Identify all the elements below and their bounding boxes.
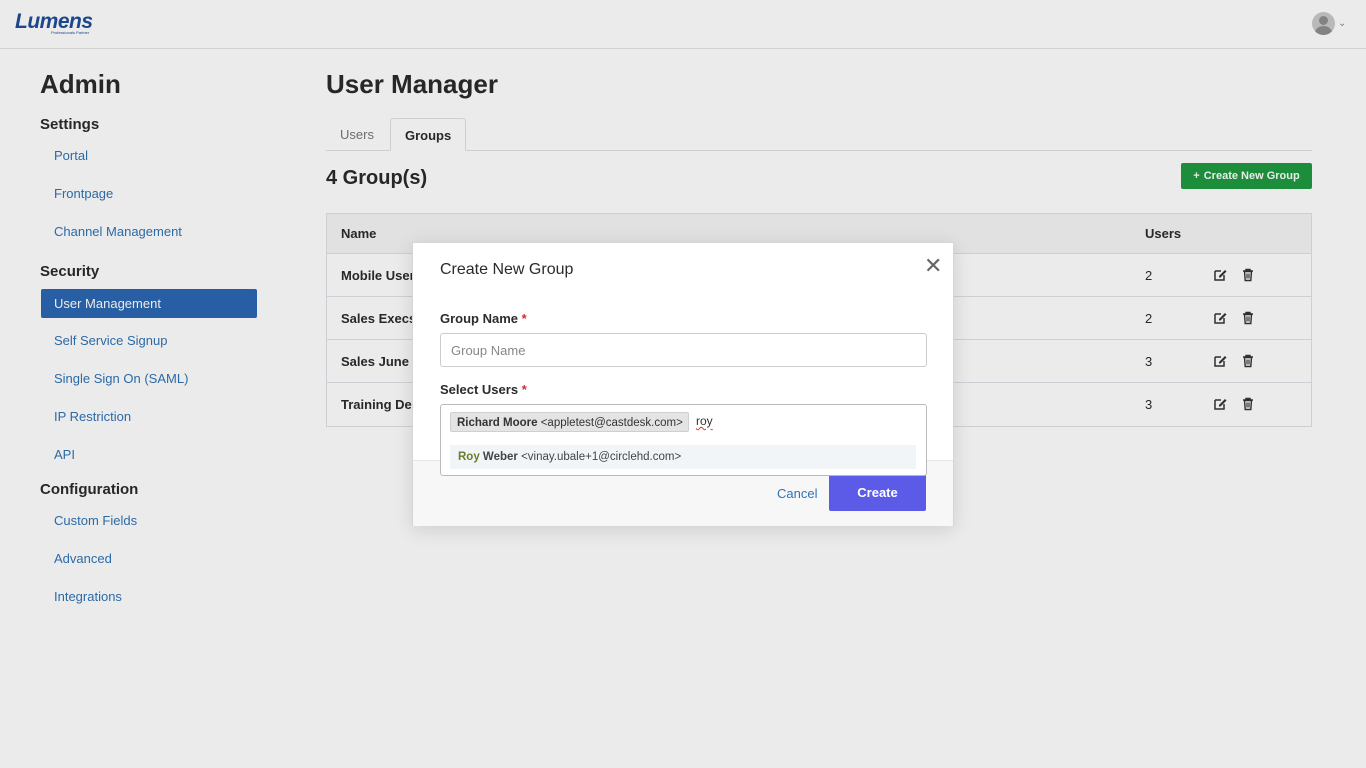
group-name-input[interactable]	[440, 333, 927, 367]
suggestion-name-rest: Weber	[479, 451, 518, 463]
user-search-input[interactable]: roy	[696, 414, 713, 428]
user-suggestion-item[interactable]: Roy Weber <vinay.ubale+1@circlehd.com>	[450, 445, 916, 469]
required-marker: *	[521, 311, 527, 326]
close-icon[interactable]: ✕	[924, 255, 942, 277]
modal-title: Create New Group	[440, 261, 574, 278]
group-name-label-text: Group Name	[440, 311, 519, 326]
create-group-modal: Create New Group ✕ Group Name * Select U…	[412, 242, 954, 526]
suggestion-email: <vinay.ubale+1@circlehd.com>	[521, 451, 682, 463]
chip-user-email: <appletest@castdesk.com>	[540, 417, 683, 429]
chip-user-name: Richard Moore	[457, 417, 538, 429]
cancel-button[interactable]: Cancel	[777, 486, 817, 501]
group-name-label: Group Name *	[440, 311, 527, 326]
required-marker: *	[521, 382, 527, 397]
selected-user-chip[interactable]: Richard Moore <appletest@castdesk.com>	[450, 412, 689, 432]
select-users-label: Select Users *	[440, 382, 527, 397]
suggestion-match-text: Roy	[458, 451, 480, 463]
select-users-label-text: Select Users	[440, 382, 519, 397]
user-multiselect[interactable]: Richard Moore <appletest@castdesk.com> r…	[440, 404, 927, 476]
create-button[interactable]: Create	[829, 474, 926, 511]
